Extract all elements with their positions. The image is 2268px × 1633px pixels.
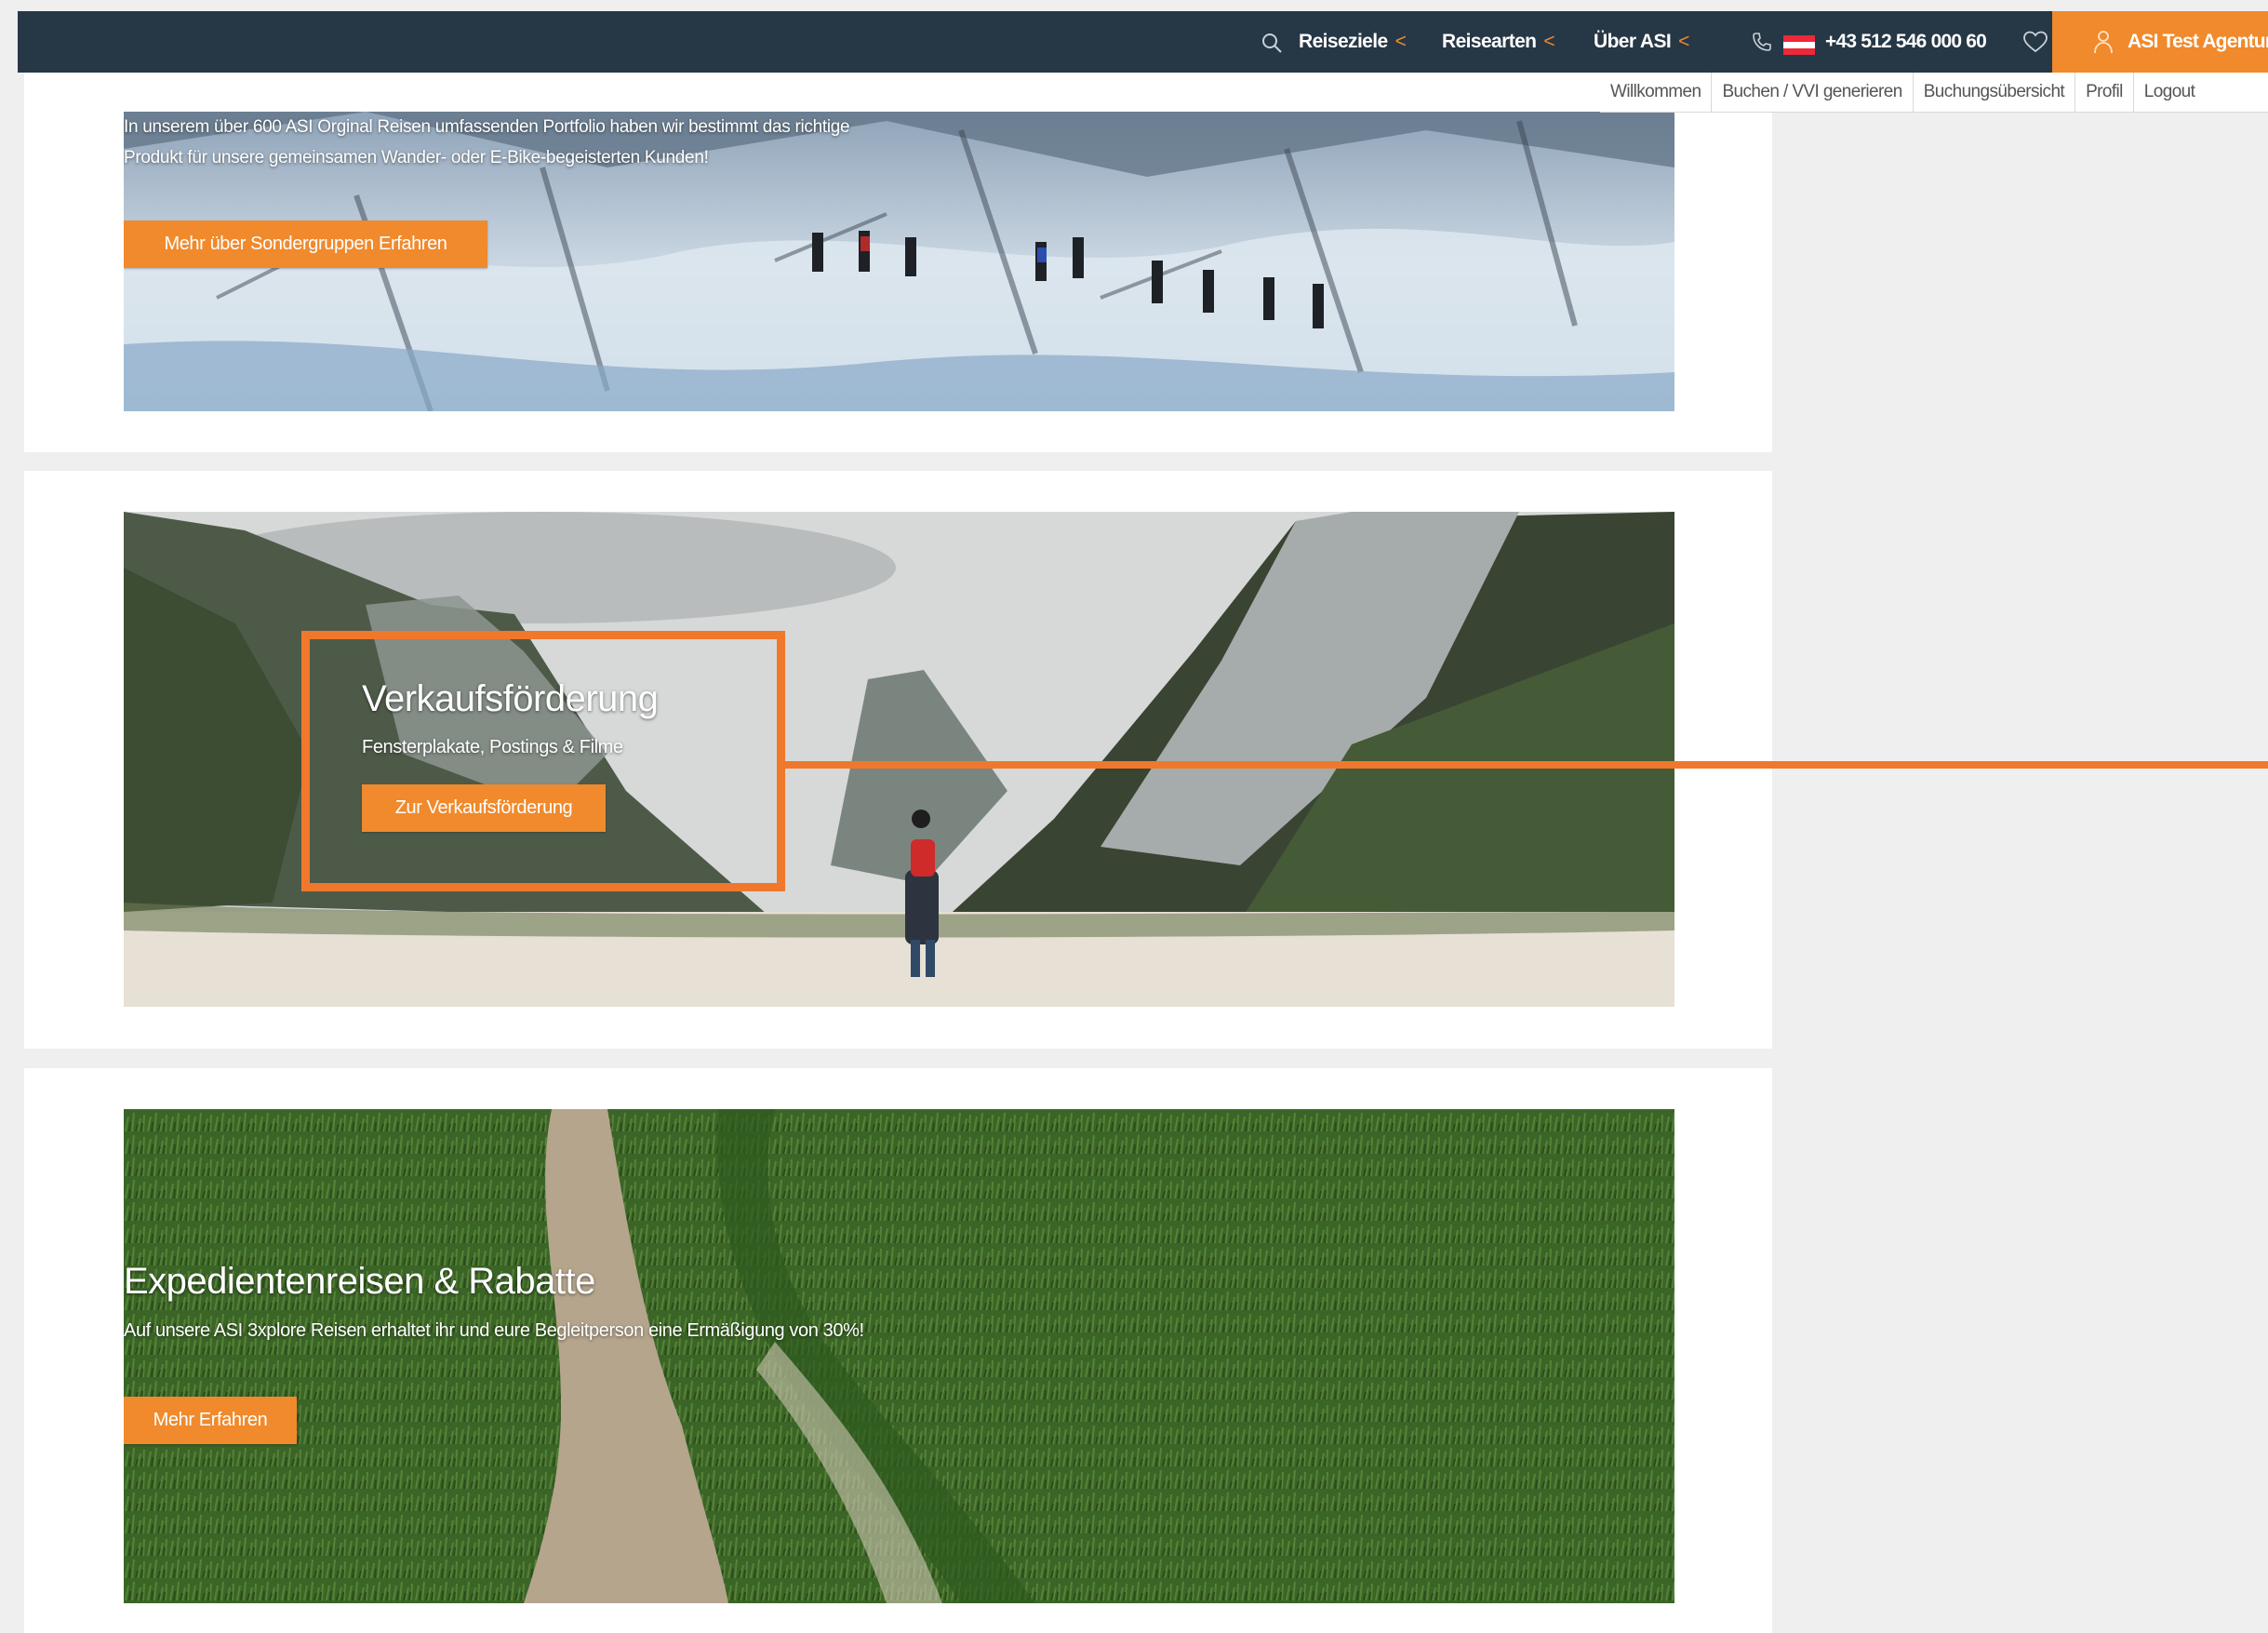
subnav-profil[interactable]: Profil (2075, 73, 2133, 112)
chevron-left-icon: < (1678, 31, 1689, 52)
user-icon (2094, 31, 2113, 54)
expedientenreisen-button[interactable]: Mehr Erfahren (124, 1397, 297, 1444)
account-subnavigation: Willkommen Buchen / VVI generieren Buchu… (1600, 73, 2268, 113)
austria-flag-icon (1783, 35, 1815, 55)
expedientenreisen-banner: Expedientenreisen & Rabatte Auf unsere A… (124, 1109, 1674, 1603)
chevron-left-icon: < (1394, 31, 1407, 52)
top-navigation-bar: Reiseziele < Reisearten < Über ASI < +43 51… (18, 11, 2268, 73)
search-icon[interactable] (1261, 32, 1283, 54)
highlight-annotation-box (301, 631, 785, 891)
sondergruppen-description: In unserem über 600 ASI Orginal Reisen u… (124, 117, 850, 167)
sondergruppen-button[interactable]: Mehr über Sondergruppen Erfahren (124, 221, 487, 268)
expedientenreisen-description: Auf unsere ASI 3xplore Reisen erhaltet i… (124, 1320, 864, 1341)
nav-item-ueber-asi[interactable]: Über ASI < (1594, 11, 1689, 73)
nav-item-label: Reiseziele (1299, 31, 1388, 52)
nav-item-reiseziele[interactable]: Reiseziele < (1299, 11, 1407, 73)
chevron-left-icon: < (1543, 31, 1555, 52)
sondergruppen-banner: In unserem über 600 ASI Orginal Reisen u… (124, 112, 1674, 411)
account-name: ASI Test Agentur 2 (2128, 31, 2268, 52)
account-button[interactable]: ASI Test Agentur 2 (2052, 11, 2268, 73)
nav-item-label: Über ASI (1594, 31, 1672, 52)
phone-icon (1753, 33, 1771, 51)
phone-number-link[interactable]: +43 512 546 000 60 (1825, 11, 1987, 73)
nav-item-label: Reisearten (1442, 31, 1537, 52)
subnav-buchungsuebersicht[interactable]: Buchungsübersicht (1912, 73, 2075, 112)
grass-path-image (124, 1109, 1674, 1603)
subnav-willkommen[interactable]: Willkommen (1600, 73, 1711, 112)
nav-item-reisearten[interactable]: Reisearten < (1442, 11, 1555, 73)
subnav-buchen-vvi-generieren[interactable]: Buchen / VVI generieren (1711, 73, 1912, 112)
subnav-logout[interactable]: Logout (2132, 73, 2206, 112)
expedientenreisen-title: Expedientenreisen & Rabatte (124, 1261, 595, 1302)
annotation-pointer-line (785, 761, 2268, 769)
heart-icon[interactable] (2022, 30, 2048, 54)
